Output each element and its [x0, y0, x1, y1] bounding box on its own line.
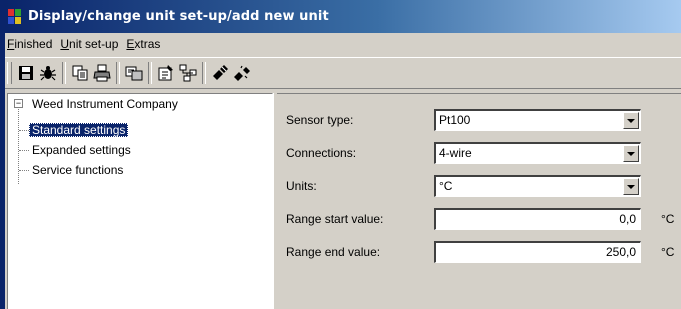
range-start-unit: °C — [661, 212, 675, 226]
connect-icon — [213, 65, 228, 80]
range-end-label: Range end value: — [286, 245, 381, 259]
sensor-type-value: Pt100 — [439, 113, 471, 127]
range-end-input[interactable]: 250,0 — [434, 241, 641, 263]
tree-item-weed-instrument-company[interactable]: Weed Instrument Company — [32, 95, 178, 113]
disconnect-button[interactable] — [231, 62, 253, 84]
toolbar-separator — [62, 62, 66, 84]
network-icon — [179, 64, 197, 82]
bug-icon — [40, 66, 56, 81]
range-start-input[interactable]: 0,0 — [434, 208, 641, 230]
toolbar-separator — [116, 62, 120, 84]
connections-select[interactable]: 4-wire — [434, 142, 641, 164]
menu-unit-setup[interactable]: Unit set-up — [58, 37, 124, 51]
bug-button[interactable] — [37, 62, 59, 84]
tree-item-label: Standard settings — [29, 123, 129, 137]
collapse-icon[interactable]: − — [14, 99, 23, 108]
range-end-row: Range end value: 250,0 °C — [277, 241, 681, 265]
menu-finished[interactable]: Finished — [5, 37, 58, 51]
connections-label: Connections: — [286, 146, 357, 160]
units-value: °C — [439, 179, 453, 193]
tree-item-label: Expanded settings — [32, 143, 131, 157]
print-icon — [93, 64, 111, 82]
units-label: Units: — [286, 179, 317, 193]
chevron-down-icon[interactable] — [623, 145, 639, 162]
disconnect-icon — [234, 65, 250, 81]
sensor-type-label: Sensor type: — [286, 113, 354, 127]
toolbar — [5, 57, 681, 89]
toolbar-separator — [148, 62, 152, 84]
connect-button[interactable] — [209, 62, 231, 84]
settings-form: Sensor type: Pt100 Connections: 4-wire U… — [277, 93, 681, 309]
app-icon — [8, 8, 22, 25]
tree-item-service-functions[interactable]: Service functions — [29, 161, 126, 179]
connections-row: Connections: 4-wire — [277, 142, 681, 166]
range-end-unit: °C — [661, 245, 675, 259]
range-start-row: Range start value: 0,0 °C — [277, 208, 681, 232]
save-button[interactable] — [15, 62, 37, 84]
transfer-icon — [125, 66, 143, 81]
transfer-button[interactable] — [123, 62, 145, 84]
toolbar-separator — [202, 62, 206, 84]
toolbar-grip[interactable] — [7, 62, 12, 84]
chevron-down-icon[interactable] — [623, 178, 639, 195]
menu-extras[interactable]: Extras — [124, 37, 166, 51]
units-row: Units: °C — [277, 175, 681, 199]
tree-item-label: Service functions — [32, 163, 124, 177]
tree-item-expanded-settings[interactable]: Expanded settings — [29, 141, 134, 159]
chevron-down-icon[interactable] — [623, 112, 639, 129]
menu-bar: Finished Unit set-up Extras — [5, 34, 681, 54]
properties-icon — [158, 65, 173, 81]
tree-connector — [19, 150, 29, 151]
connections-value: 4-wire — [439, 146, 472, 160]
tree-connector — [19, 170, 29, 171]
title-bar[interactable]: Display/change unit set-up/add new unit — [5, 0, 681, 33]
tree-item-standard-settings[interactable]: Standard settings — [29, 121, 129, 139]
save-icon — [19, 66, 33, 80]
sensor-type-select[interactable]: Pt100 — [434, 109, 641, 131]
navigation-tree: − Weed Instrument Company Standard setti… — [7, 93, 273, 309]
tree-connector — [19, 130, 29, 131]
copy-icon — [72, 65, 88, 81]
properties-button[interactable] — [155, 62, 177, 84]
range-start-label: Range start value: — [286, 212, 384, 226]
network-button[interactable] — [177, 62, 199, 84]
tree-item-label: Weed Instrument Company — [32, 97, 178, 111]
units-select[interactable]: °C — [434, 175, 641, 197]
sensor-type-row: Sensor type: Pt100 — [277, 109, 681, 133]
print-button[interactable] — [91, 62, 113, 84]
window-title: Display/change unit set-up/add new unit — [28, 9, 329, 24]
copy-button[interactable] — [69, 62, 91, 84]
main-window: Display/change unit set-up/add new unit … — [5, 0, 681, 309]
tree-connector — [18, 109, 19, 184]
